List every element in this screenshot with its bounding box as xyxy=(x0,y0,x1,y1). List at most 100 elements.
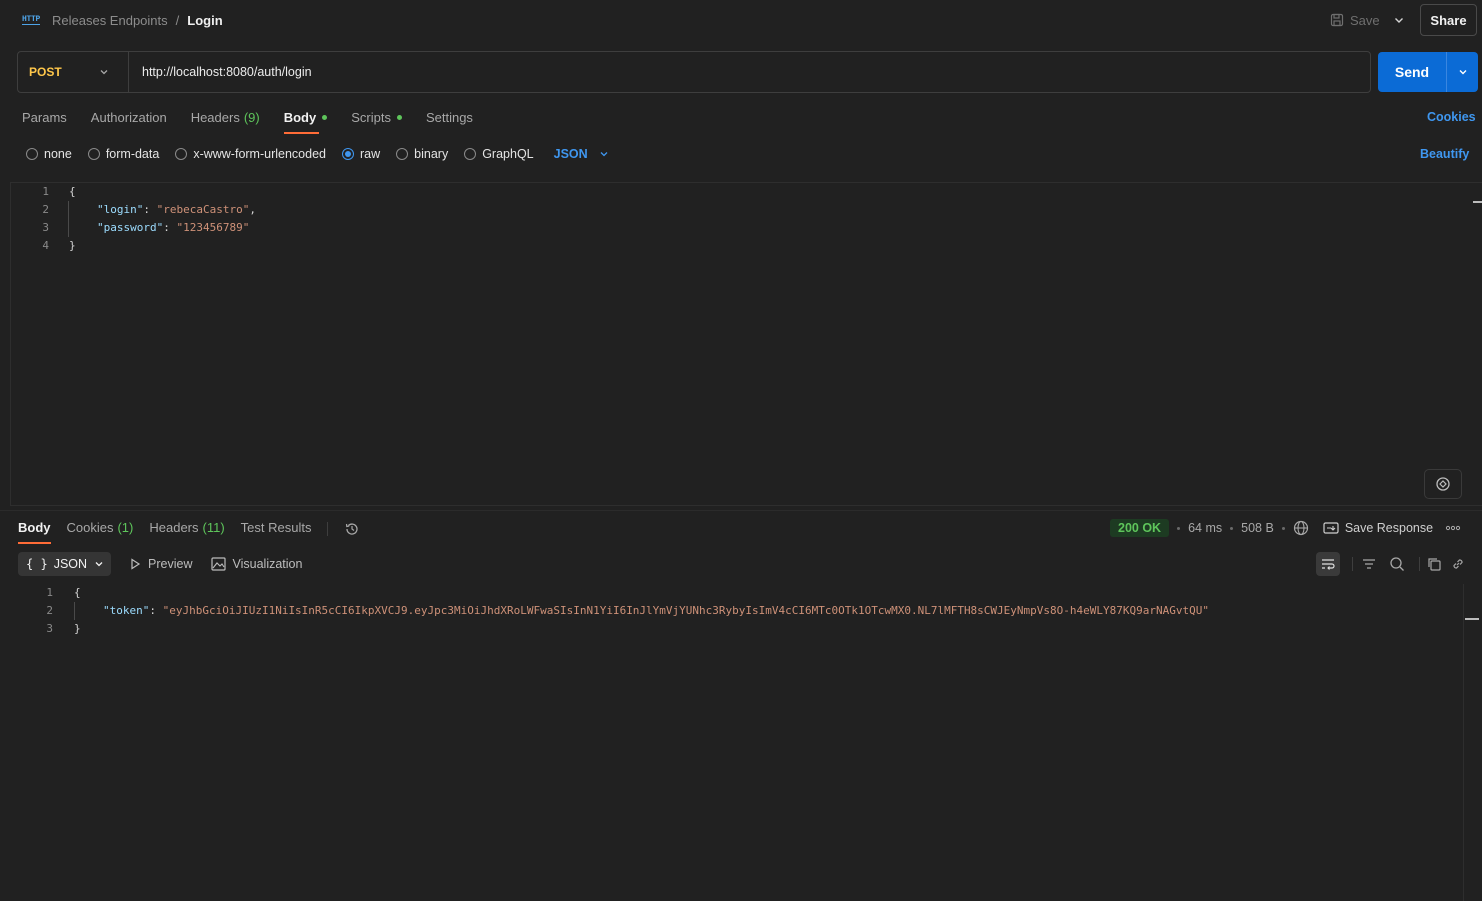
tab-params[interactable]: Params xyxy=(22,110,67,134)
body-type-binary[interactable]: binary xyxy=(396,147,448,161)
separator-dot xyxy=(1281,526,1285,530)
divider xyxy=(1419,557,1420,571)
tab-label: Authorization xyxy=(90,110,167,125)
radio-button[interactable] xyxy=(396,148,409,160)
option-label: binary xyxy=(414,147,449,161)
wrap-lines-icon[interactable] xyxy=(1316,552,1340,576)
url-bar: POST http://localhost:8080/auth/login xyxy=(17,51,1371,93)
body-type-graphql[interactable]: GraphQL xyxy=(464,147,534,161)
raw-format-select[interactable]: JSON xyxy=(554,147,610,161)
save-response-button[interactable]: Save Response xyxy=(1323,521,1433,535)
method-label: POST xyxy=(29,65,62,79)
option-label: raw xyxy=(360,147,381,161)
json-value: "123456789" xyxy=(176,221,250,234)
line-number: 2 xyxy=(46,604,53,617)
line-number: 3 xyxy=(42,221,49,234)
visualization-button[interactable]: Visualization xyxy=(210,557,302,571)
divider xyxy=(327,522,329,536)
response-size[interactable]: 508 B xyxy=(1241,521,1274,535)
line-number: 3 xyxy=(46,622,53,635)
save-response-icon xyxy=(1323,521,1339,535)
radio-button[interactable] xyxy=(87,148,100,160)
tab-scripts[interactable]: Scripts xyxy=(351,110,402,134)
scrollbar-marker xyxy=(1473,201,1482,203)
body-type-none[interactable]: none xyxy=(26,147,72,161)
response-tab-headers[interactable]: Headers (11) xyxy=(149,520,224,544)
share-button[interactable]: Share xyxy=(1420,4,1477,36)
body-type-raw[interactable]: raw xyxy=(342,147,380,161)
cookies-link[interactable]: Cookies xyxy=(1427,110,1476,124)
tab-headers[interactable]: Headers (9) xyxy=(191,110,260,134)
indent-guide xyxy=(68,201,69,237)
radio-button[interactable] xyxy=(26,148,38,160)
option-label: x-www-form-urlencoded xyxy=(193,147,326,161)
request-title[interactable]: Login xyxy=(187,13,222,28)
scrollbar-marker xyxy=(1465,618,1479,620)
globe-icon[interactable] xyxy=(1293,520,1309,536)
tab-settings[interactable]: Settings xyxy=(426,110,473,134)
radio-button[interactable] xyxy=(464,148,477,160)
line-number: 1 xyxy=(46,586,53,599)
tab-label: Body xyxy=(18,520,51,535)
request-body-editor[interactable]: 1 { 2 "login": "rebecaCastro", 3 "passwo… xyxy=(10,182,1482,506)
code-line: 2 "login": "rebecaCastro", xyxy=(11,201,256,219)
line-number: 4 xyxy=(42,239,49,252)
body-type-form-data[interactable]: form-data xyxy=(87,147,159,161)
response-actions xyxy=(1316,552,1470,576)
copy-icon[interactable] xyxy=(1422,552,1446,576)
code-line: 1 { xyxy=(7,584,80,602)
line-number: 2 xyxy=(42,203,49,216)
headers-count: (11) xyxy=(202,520,225,535)
response-format-select[interactable]: { } JSON xyxy=(18,552,112,576)
save-response-label: Save Response xyxy=(1344,521,1434,535)
tab-label: Scripts xyxy=(351,110,391,125)
code-text: } xyxy=(69,239,76,252)
history-icon[interactable] xyxy=(344,521,360,537)
response-body-viewer[interactable]: 1 { 2 "token": "eyJhbGciOiJIUzI1NiIsInR5… xyxy=(7,584,1482,901)
preview-button[interactable]: Preview xyxy=(129,557,193,571)
search-icon[interactable] xyxy=(1385,552,1409,576)
code-text: { xyxy=(69,185,76,198)
response-time[interactable]: 64 ms xyxy=(1188,521,1222,535)
response-tab-test-results[interactable]: Test Results xyxy=(241,520,312,544)
separator-dot xyxy=(1177,526,1181,530)
filter-icon[interactable] xyxy=(1357,552,1381,576)
status-badge[interactable]: 200 OK xyxy=(1110,519,1170,537)
ai-assist-icon[interactable] xyxy=(1424,469,1462,499)
cookies-count: (1) xyxy=(117,520,134,535)
breadcrumb-separator: / xyxy=(175,12,180,28)
more-options-icon[interactable] xyxy=(1445,525,1461,531)
preview-label: Preview xyxy=(148,557,193,571)
link-icon[interactable] xyxy=(1446,552,1470,576)
pane-divider[interactable] xyxy=(0,510,1482,511)
tab-label: Body xyxy=(283,110,317,125)
response-toolbar: { } JSON Preview Visualization xyxy=(18,552,302,576)
body-type-options: none form-data x-www-form-urlencoded raw… xyxy=(26,146,610,162)
body-type-urlencoded[interactable]: x-www-form-urlencoded xyxy=(175,147,326,161)
line-number: 1 xyxy=(42,185,49,198)
radio-button[interactable] xyxy=(175,148,188,160)
code-line: 4 } xyxy=(11,237,76,255)
response-tab-body[interactable]: Body xyxy=(18,520,51,544)
code-line: 3 } xyxy=(7,620,81,638)
save-options-chevron-down-icon[interactable] xyxy=(1392,13,1406,27)
radio-button-selected[interactable] xyxy=(342,148,354,160)
send-options-button[interactable] xyxy=(1446,52,1478,92)
json-key: "token" xyxy=(103,604,150,617)
tab-authorization[interactable]: Authorization xyxy=(91,110,167,134)
indent-guide xyxy=(74,602,75,620)
url-input[interactable]: http://localhost:8080/auth/login xyxy=(129,52,1370,92)
scrollbar-track[interactable] xyxy=(1463,584,1464,901)
json-key: "password" xyxy=(97,221,164,234)
code-text: } xyxy=(74,622,81,635)
send-button[interactable]: Send xyxy=(1378,52,1446,92)
play-icon xyxy=(129,558,141,570)
save-button[interactable]: Save xyxy=(1330,10,1380,30)
beautify-button[interactable]: Beautify xyxy=(1420,147,1469,161)
breadcrumb-collection[interactable]: Releases Endpoints xyxy=(52,13,168,28)
request-tabs: Params Authorization Headers (9) Body Scr… xyxy=(22,110,473,134)
tab-body[interactable]: Body xyxy=(283,110,328,134)
method-select[interactable]: POST xyxy=(18,52,129,92)
tab-label: Test Results xyxy=(240,520,312,535)
response-tab-cookies[interactable]: Cookies (1) xyxy=(67,520,134,544)
